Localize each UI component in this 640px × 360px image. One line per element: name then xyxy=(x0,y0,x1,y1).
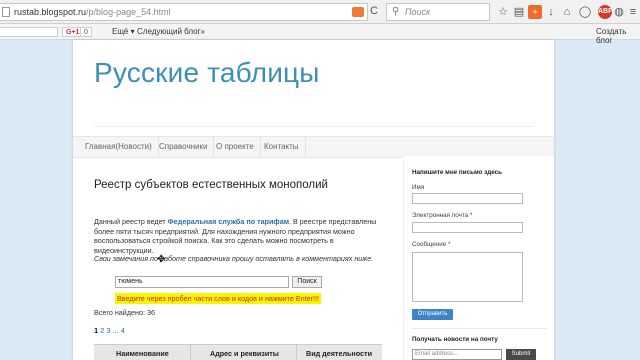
menu-icon[interactable]: ≡ xyxy=(626,5,640,19)
chat-icon[interactable]: ◯ xyxy=(578,5,592,19)
download-icon[interactable]: ↓ xyxy=(544,5,558,19)
gplus-count: 0 xyxy=(80,27,92,37)
create-blog-link[interactable]: Создать блог xyxy=(596,27,640,45)
address-bar[interactable]: rustab.blogspot.ru/p/blog-page_54.html xyxy=(0,3,368,21)
name-label: Имя xyxy=(412,184,425,191)
post-title: Реестр субъектов естественных монополий xyxy=(94,179,328,191)
nav-item-references[interactable]: Справочники xyxy=(153,137,215,157)
clipboard-icon[interactable]: ▤ xyxy=(512,5,526,19)
star-icon[interactable]: ☆ xyxy=(496,5,510,19)
blogger-icon[interactable] xyxy=(352,7,364,17)
search-placeholder: Поиск xyxy=(405,7,431,17)
browser-search-input[interactable]: ⚲ Поиск xyxy=(386,3,490,21)
address-url: rustab.blogspot.ru/p/blog-page_54.html xyxy=(14,7,171,17)
col-header-address: Адрес и реквизиты xyxy=(210,349,279,358)
page-current: 1 xyxy=(94,326,99,335)
registry-search-input[interactable]: тюмень xyxy=(115,276,289,288)
page-link-2[interactable]: 2 xyxy=(100,326,104,335)
sidebar: Напишите мне письмо здесь Имя Электронна… xyxy=(403,156,554,360)
sidebar-divider xyxy=(412,328,547,329)
col-divider xyxy=(190,345,191,360)
results-count: Всего найдено: 36 xyxy=(94,308,155,317)
pagination: 1 2 3... 4 xyxy=(94,326,127,335)
reload-icon[interactable]: C xyxy=(370,5,378,17)
col-header-activity: Вид деятельности xyxy=(306,349,372,358)
nav-bar: Главная(Новости) Справочники О проекте К… xyxy=(73,136,554,158)
name-field[interactable] xyxy=(412,193,523,204)
col-header-name: Наименование xyxy=(116,349,169,358)
page-link-3[interactable]: 3 xyxy=(106,326,110,335)
abp-icon[interactable]: ABP xyxy=(598,5,613,19)
message-label: Сообщение * xyxy=(412,241,451,248)
send-button[interactable]: Отправить xyxy=(412,309,453,320)
col-divider xyxy=(296,345,297,360)
header-divider xyxy=(94,126,534,127)
page-link-4[interactable]: 4 xyxy=(121,326,125,335)
email-label: Электронная почта * xyxy=(412,212,473,219)
page-icon xyxy=(2,7,10,17)
comment-note: Свои замечания по работе справочника про… xyxy=(94,254,374,263)
browser-toolbar: rustab.blogspot.ru/p/blog-page_54.html C… xyxy=(0,0,640,24)
more-link[interactable]: Ещё ▾ xyxy=(112,27,135,36)
navbar-search-input[interactable] xyxy=(0,27,58,37)
fst-link[interactable]: Федеральная служба по тарифам xyxy=(168,217,289,226)
search-hint: Введите через пробел части слов и кодов … xyxy=(115,293,322,304)
mouse-cursor-icon: ✥ xyxy=(157,254,166,265)
registry-search-button[interactable]: Поиск xyxy=(292,276,322,288)
globe-icon[interactable]: ◍ xyxy=(612,5,626,19)
nav-item-about[interactable]: О проекте xyxy=(210,137,261,157)
subscribe-heading: Получать новости на почту xyxy=(412,336,498,343)
subscribe-submit-button[interactable]: Submit xyxy=(506,349,536,360)
nav-item-home[interactable]: Главная(Новости) xyxy=(79,137,159,157)
gplus-icon[interactable]: + xyxy=(528,5,542,19)
results-table-header: Наименование Адрес и реквизиты Вид деяте… xyxy=(94,344,382,360)
post-area: Реестр субъектов естественных монополий … xyxy=(73,156,393,360)
next-blog-link[interactable]: Следующий блог» xyxy=(137,27,205,36)
nav-item-contacts[interactable]: Контакты xyxy=(258,137,306,157)
subscribe-email-input[interactable]: Email address... xyxy=(412,349,502,360)
post-intro: Данный реестр ведет Федеральная служба п… xyxy=(94,217,377,255)
contact-form-heading: Напишите мне письмо здесь xyxy=(412,169,503,176)
home-icon[interactable]: ⌂ xyxy=(560,5,574,19)
message-field[interactable] xyxy=(412,252,523,302)
blog-page: Русские таблицы Главная(Новости) Справоч… xyxy=(73,40,554,360)
email-field[interactable] xyxy=(412,222,523,233)
blog-title[interactable]: Русские таблицы xyxy=(94,57,320,89)
page-ellipsis: ... xyxy=(112,326,119,335)
search-icon: ⚲ xyxy=(392,6,400,17)
blogger-navbar: G+1 0 Ещё ▾ Следующий блог» Создать блог xyxy=(0,24,640,45)
